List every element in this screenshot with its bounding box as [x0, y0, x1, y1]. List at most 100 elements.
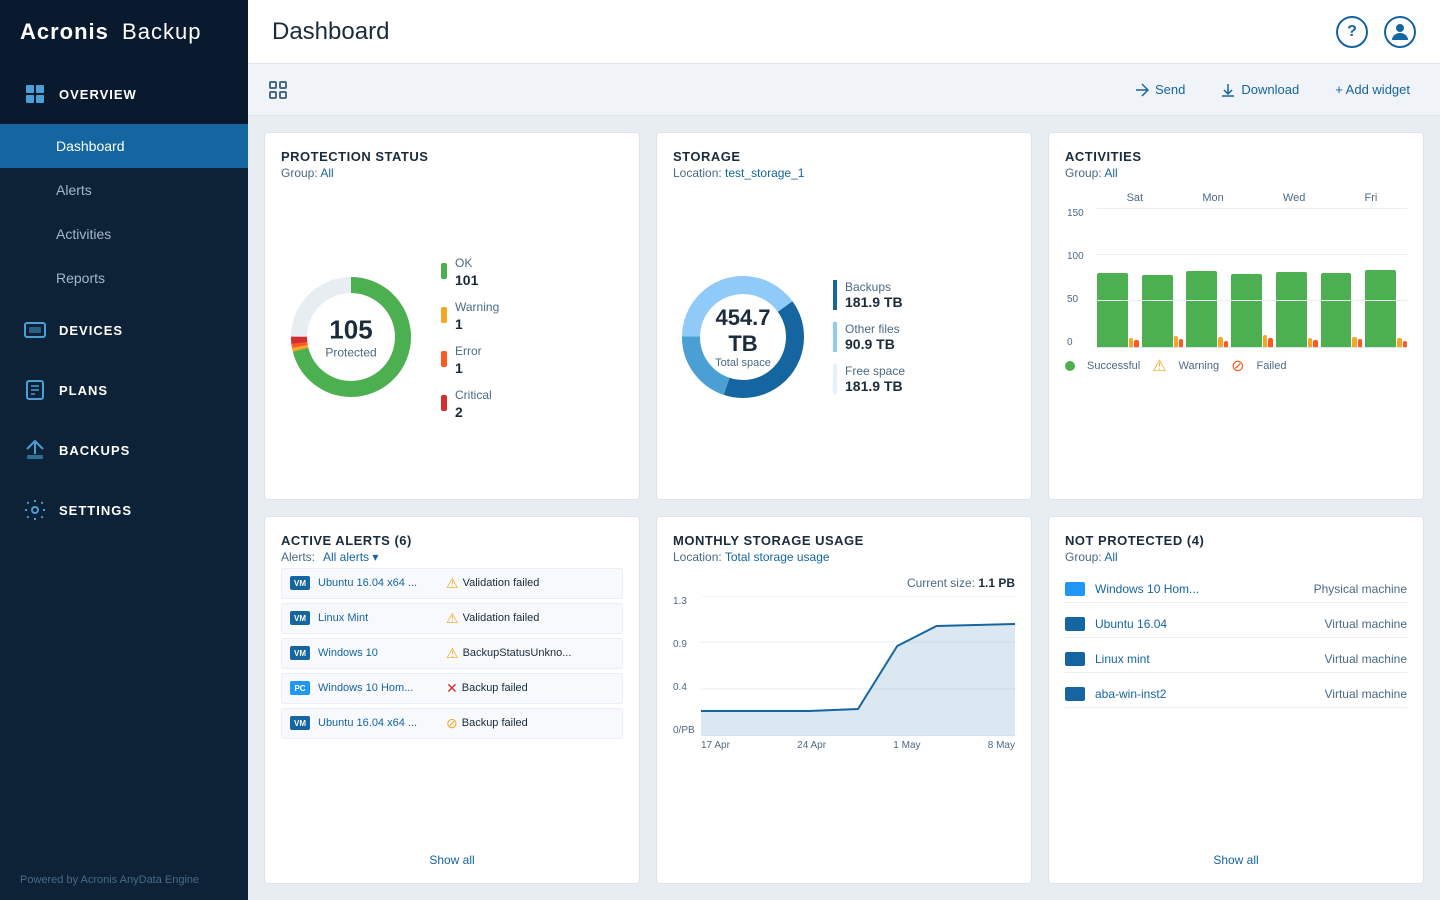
physical-icon: [1065, 582, 1085, 596]
main-content: Dashboard ? Send: [248, 0, 1440, 900]
sidebar-item-dashboard[interactable]: Dashboard: [0, 124, 248, 168]
alert-status: ⚠ Validation failed: [446, 610, 539, 627]
logo-backup: Backup: [122, 19, 201, 44]
sidebar-item-devices[interactable]: DEVICES: [0, 300, 248, 360]
app-logo: Acronis Backup: [0, 0, 248, 64]
np-type: Virtual machine: [1325, 652, 1408, 666]
alert-row[interactable]: VM Ubuntu 16.04 x64 ... ⚠ Validation fai…: [281, 568, 623, 599]
alert-row[interactable]: VM Windows 10 ⚠ BackupStatusUnkno...: [281, 638, 623, 669]
np-row[interactable]: Windows 10 Hom... Physical machine: [1065, 576, 1407, 603]
error-dot: [441, 351, 447, 367]
chart-day-labels: Sat Mon Wed Fri: [1097, 192, 1407, 204]
topbar-icons: ?: [1336, 16, 1416, 48]
sidebar: Acronis Backup OVERVIEW Dashboard Alerts…: [0, 0, 248, 900]
alerts-filter-dropdown[interactable]: All alerts ▾: [323, 550, 378, 564]
vm-icon: [1065, 687, 1085, 701]
line-chart-container: 1.3 0.9 0.4 0/PB: [673, 596, 1015, 868]
activities-subtitle: Group: All: [1065, 166, 1407, 180]
alert-device: Linux Mint: [318, 612, 438, 624]
np-row[interactable]: aba-win-inst2 Virtual machine: [1065, 681, 1407, 708]
np-device: Ubuntu 16.04: [1095, 617, 1315, 631]
overview-label: OVERVIEW: [59, 87, 137, 102]
alert-status: ⚠ BackupStatusUnkno...: [446, 645, 571, 662]
devices-icon: [23, 318, 47, 342]
help-button[interactable]: ?: [1336, 16, 1368, 48]
expand-icon[interactable]: [268, 80, 288, 100]
vm-icon: [1065, 617, 1085, 631]
orange-error-icon: ⊘: [446, 715, 458, 732]
monthly-storage-title: MONTHLY STORAGE USAGE: [673, 533, 1015, 548]
storage-subtitle: Location: test_storage_1: [673, 166, 1015, 180]
alert-status-text: Backup failed: [462, 682, 528, 694]
sidebar-item-reports[interactable]: Reports: [0, 256, 248, 300]
storage-donut: 454.7 TB Total space: [673, 267, 813, 407]
error-text: Error 1: [455, 342, 482, 376]
alert-row[interactable]: VM Ubuntu 16.04 x64 ... ⊘ Backup failed: [281, 708, 623, 739]
not-protected-group-link[interactable]: All: [1104, 550, 1117, 564]
not-protected-subtitle: Group: All: [1065, 550, 1407, 564]
legend-successful-label: Successful: [1087, 360, 1140, 372]
critical-dot: [441, 395, 447, 411]
sidebar-item-alerts[interactable]: Alerts: [0, 168, 248, 212]
alert-row[interactable]: VM Linux Mint ⚠ Validation failed: [281, 603, 623, 634]
plans-icon: [23, 378, 47, 402]
protected-label: Protected: [325, 346, 376, 360]
logo-acronis: Acronis: [20, 19, 109, 44]
monthly-location-link[interactable]: Total storage usage: [725, 550, 830, 564]
warning-text: Warning 1: [455, 298, 499, 332]
alert-row[interactable]: PC Windows 10 Hom... ✕ Backup failed: [281, 673, 623, 704]
legend-warning-label: Warning: [1179, 360, 1220, 372]
devices-label: DEVICES: [59, 323, 123, 338]
monthly-storage-card: MONTHLY STORAGE USAGE Location: Total st…: [656, 516, 1032, 885]
user-button[interactable]: [1384, 16, 1416, 48]
bar-group-2: [1142, 275, 1184, 347]
alerts-filter: Alerts: All alerts ▾: [281, 550, 623, 564]
sidebar-item-activities[interactable]: Activities: [0, 212, 248, 256]
storage-total-tb: 454.7 TB: [708, 305, 778, 357]
dashboard-grid: PROTECTION STATUS Group: All: [248, 116, 1440, 900]
alert-status: ✕ Backup failed: [446, 680, 528, 697]
alert-device: Windows 10: [318, 647, 438, 659]
overview-icon: [23, 82, 47, 106]
active-alerts-title: ACTIVE ALERTS (6): [281, 533, 623, 548]
sidebar-item-settings[interactable]: SETTINGS: [0, 480, 248, 540]
download-button[interactable]: Download: [1211, 76, 1309, 103]
status-list: OK 101 Warning 1 Error: [441, 254, 499, 420]
sidebar-item-plans[interactable]: PLANS: [0, 360, 248, 420]
alert-status-text: Validation failed: [463, 577, 540, 589]
add-widget-button[interactable]: + Add widget: [1325, 76, 1420, 103]
bar-group-3: [1186, 271, 1228, 347]
error-icon: ✕: [446, 680, 458, 697]
vm-icon: VM: [290, 576, 310, 590]
storage-location-link[interactable]: test_storage_1: [725, 166, 804, 180]
activities-card: ACTIVITIES Group: All Sat Mon Wed Fri: [1048, 132, 1424, 500]
np-row[interactable]: Linux mint Virtual machine: [1065, 646, 1407, 673]
bar-chart: [1097, 208, 1407, 348]
protection-group-link[interactable]: All: [320, 166, 333, 180]
storage-title: STORAGE: [673, 149, 1015, 164]
np-row[interactable]: Ubuntu 16.04 Virtual machine: [1065, 611, 1407, 638]
warning-icon: ⚠: [446, 645, 459, 662]
storage-body: 454.7 TB Total space Backups 181.9 TB Ot…: [673, 192, 1015, 483]
send-button[interactable]: Send: [1125, 76, 1195, 103]
protection-status-subtitle: Group: All: [281, 166, 623, 180]
protection-donut: 105 Protected: [281, 267, 421, 407]
legend-failed-icon: ⊘: [1231, 356, 1244, 376]
sidebar-item-backups[interactable]: BACKUPS: [0, 420, 248, 480]
page-title: Dashboard: [272, 18, 1336, 46]
np-type: Virtual machine: [1325, 687, 1408, 701]
bar-group-6: [1321, 273, 1363, 347]
activities-group-link[interactable]: All: [1104, 166, 1117, 180]
alert-status-text: Validation failed: [463, 612, 540, 624]
show-all-not-protected-button[interactable]: Show all: [1065, 845, 1407, 867]
show-all-alerts-button[interactable]: Show all: [281, 845, 623, 867]
legend-warning-icon: ⚠: [1152, 356, 1166, 376]
sidebar-item-overview[interactable]: OVERVIEW: [0, 64, 248, 124]
topbar: Dashboard ?: [248, 0, 1440, 64]
vm-icon: VM: [290, 611, 310, 625]
np-type: Virtual machine: [1325, 617, 1408, 631]
bar-group-4: [1231, 274, 1273, 347]
current-size: Current size: 1.1 PB: [673, 576, 1015, 590]
chart-legend: Successful ⚠ Warning ⊘ Failed: [1065, 356, 1407, 376]
monthly-x-labels: 17 Apr 24 Apr 1 May 8 May: [701, 740, 1015, 751]
